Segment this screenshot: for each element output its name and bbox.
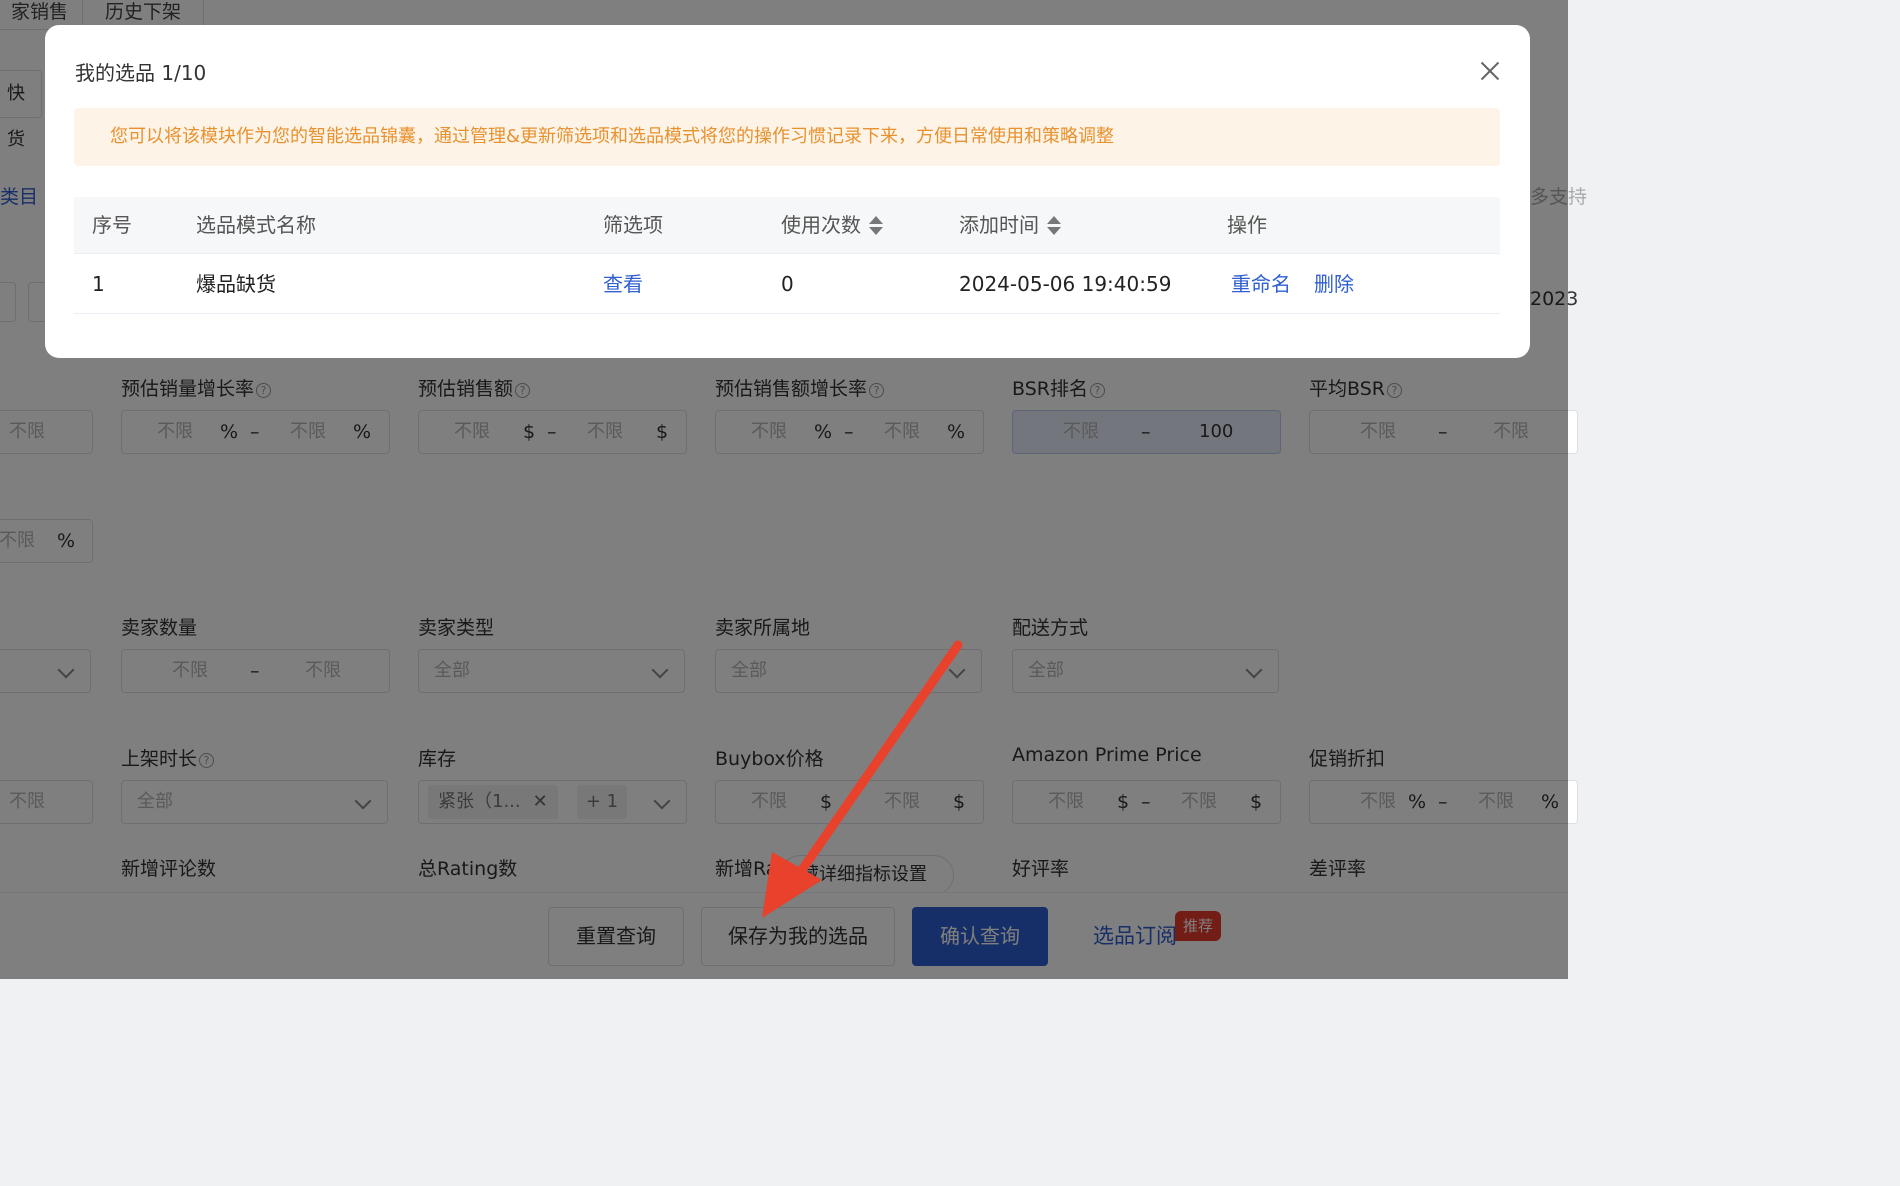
annotation-arrow-icon	[762, 640, 963, 918]
